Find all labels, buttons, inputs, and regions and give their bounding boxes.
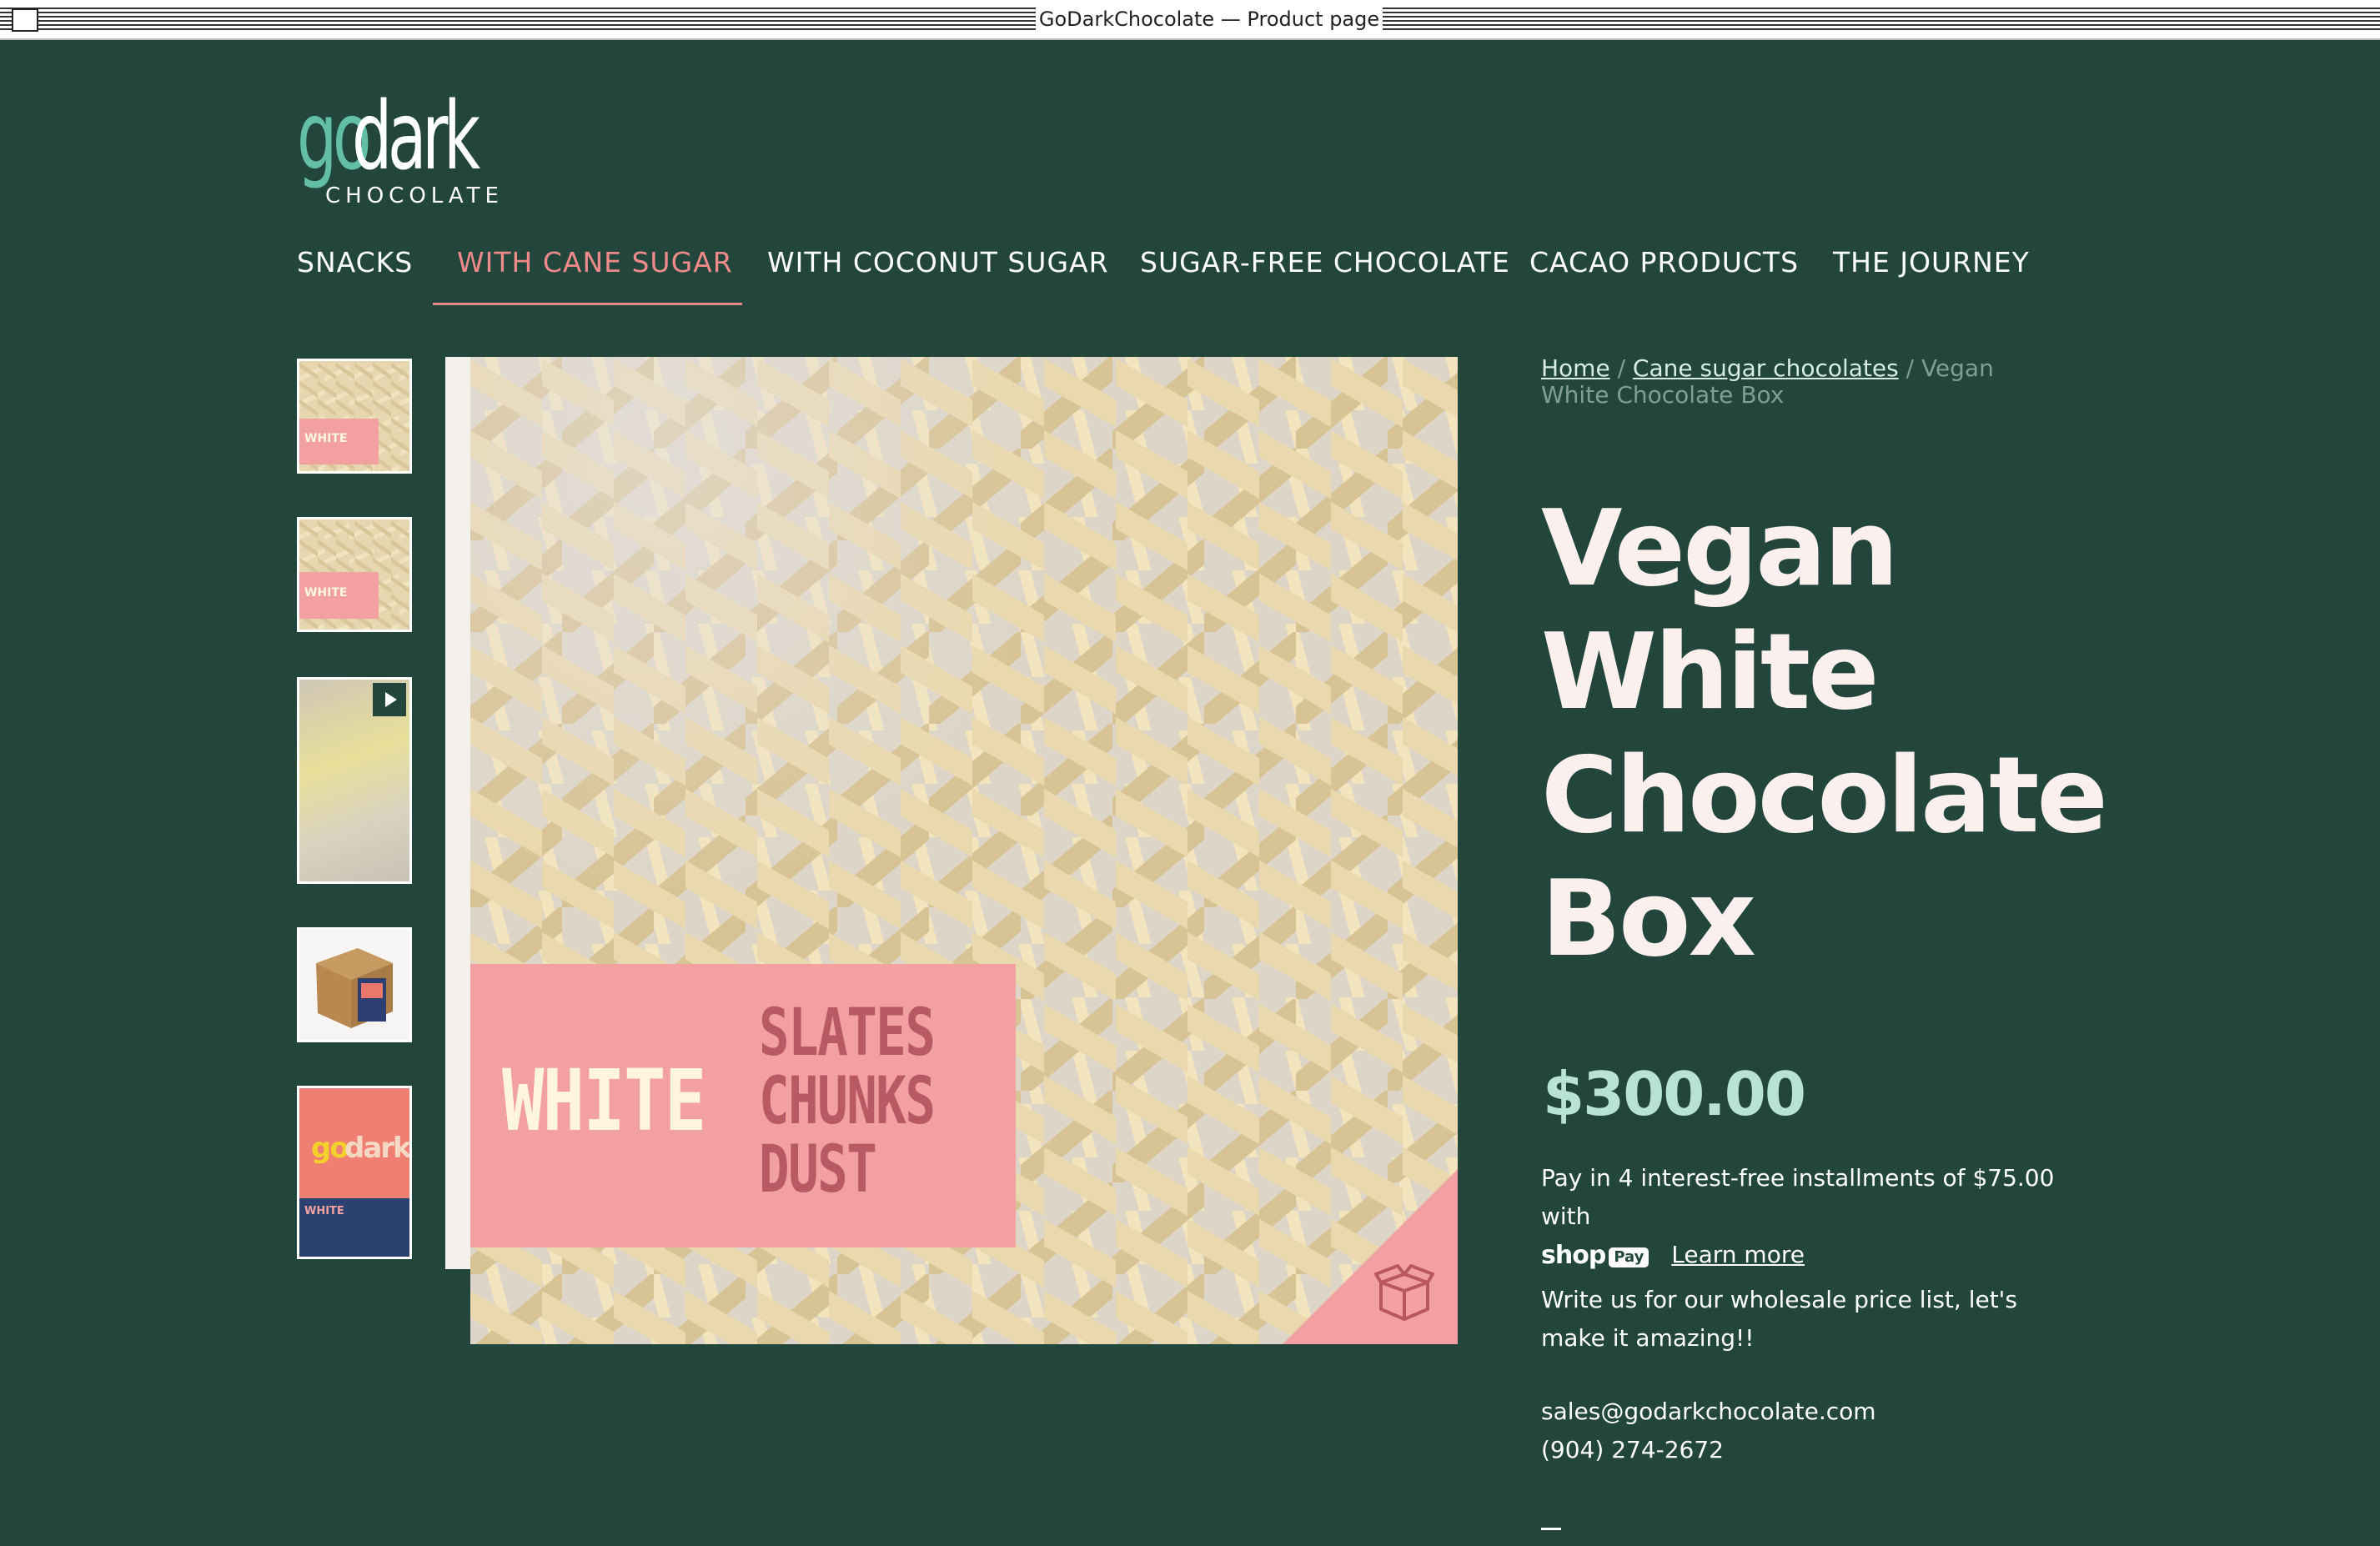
main-product-image[interactable]: WHITE SLATES CHUNKS DUST — [470, 357, 1458, 1344]
nav-item-the-journey[interactable]: THE JOURNEY — [1833, 242, 2030, 284]
wholesale-text: Write us for our wholesale price list, l… — [1541, 1286, 2017, 1352]
thumbnail-label: WHITE — [299, 572, 379, 619]
nav-item-with-cane-sugar[interactable]: WITH CANE SUGAR — [457, 242, 733, 284]
package-logo-text: go — [311, 1132, 349, 1165]
window-titlebar: GoDarkChocolate — Product page — [0, 0, 2380, 40]
promo-stack-text: SLATES CHUNKS DUST — [759, 996, 936, 1207]
window-title: GoDarkChocolate — Product page — [1036, 5, 1383, 33]
installments-text: Pay in 4 interest-free installments of $… — [1541, 1164, 2055, 1230]
promo-slates-text: SLATES — [759, 996, 936, 1071]
promo-dust-text: DUST — [759, 1132, 877, 1207]
logo-dark-text: dark — [352, 83, 480, 191]
breadcrumb-separator: / — [1898, 354, 1921, 382]
breadcrumb-separator: / — [1609, 354, 1633, 382]
site-logo[interactable]: go dark CHOCOLATE — [297, 90, 499, 208]
product-price: $300.00 — [1543, 1059, 1806, 1129]
nav-item-cacao-products[interactable]: CACAO PRODUCTS — [1529, 242, 1799, 284]
gallery-thumbnail-box[interactable] — [297, 927, 412, 1042]
gallery-thumbnail-2[interactable]: WHITE — [297, 517, 412, 632]
play-icon[interactable] — [373, 683, 406, 716]
gallery-scroll-strip — [445, 357, 470, 1269]
shop-pay-pay-badge: Pay — [1609, 1247, 1649, 1267]
breadcrumb: Home / Cane sugar chocolates / Vegan Whi… — [1541, 355, 2041, 409]
installments-info: Pay in 4 interest-free installments of $… — [1541, 1159, 2075, 1275]
divider-dash — [1541, 1528, 1561, 1530]
contact-email[interactable]: sales@godarkchocolate.com — [1541, 1393, 1876, 1431]
thumbnail-label: WHITE — [299, 418, 379, 465]
breadcrumb-home-link[interactable]: Home — [1541, 354, 1610, 382]
nav-active-underline — [433, 303, 742, 305]
nav-item-with-coconut-sugar[interactable]: WITH COCONUT SUGAR — [767, 242, 1109, 284]
package-label-text: WHITE — [304, 1205, 344, 1217]
gallery-thumbnail-1[interactable]: WHITE — [297, 359, 412, 474]
promo-chunks-text: CHUNKS — [759, 1064, 936, 1139]
thumbnail-label-text: WHITE — [304, 585, 348, 600]
nav-item-sugar-free-chocolate[interactable]: SUGAR-FREE CHOCOLATE — [1140, 242, 1510, 284]
window-close-box[interactable] — [12, 8, 38, 32]
box-icon — [1374, 1264, 1434, 1321]
package-logo-text-2: dark — [344, 1132, 410, 1165]
promo-label: WHITE SLATES CHUNKS DUST — [470, 964, 1016, 1247]
thumbnail-label-text: WHITE — [304, 432, 348, 446]
box-photo-icon — [316, 948, 393, 1028]
shop-pay-shop-text: shop — [1541, 1241, 1606, 1270]
nav-item-snacks[interactable]: SNACKS — [297, 242, 413, 284]
gallery-thumbnail-package[interactable]: go dark WHITE — [297, 1086, 412, 1259]
contact-phone[interactable]: (904) 274-2672 — [1541, 1431, 1724, 1469]
learn-more-link[interactable]: Learn more — [1671, 1241, 1805, 1268]
promo-white-text: WHITE — [502, 1052, 706, 1151]
breadcrumb-category-link[interactable]: Cane sugar chocolates — [1633, 354, 1899, 382]
logo-chocolate-text: CHOCOLATE — [325, 183, 504, 208]
product-title: Vegan White Chocolate Box — [1541, 487, 2108, 980]
gallery-thumbnail-video[interactable] — [297, 677, 412, 884]
shop-pay-logo: shop Pay — [1541, 1237, 1649, 1275]
